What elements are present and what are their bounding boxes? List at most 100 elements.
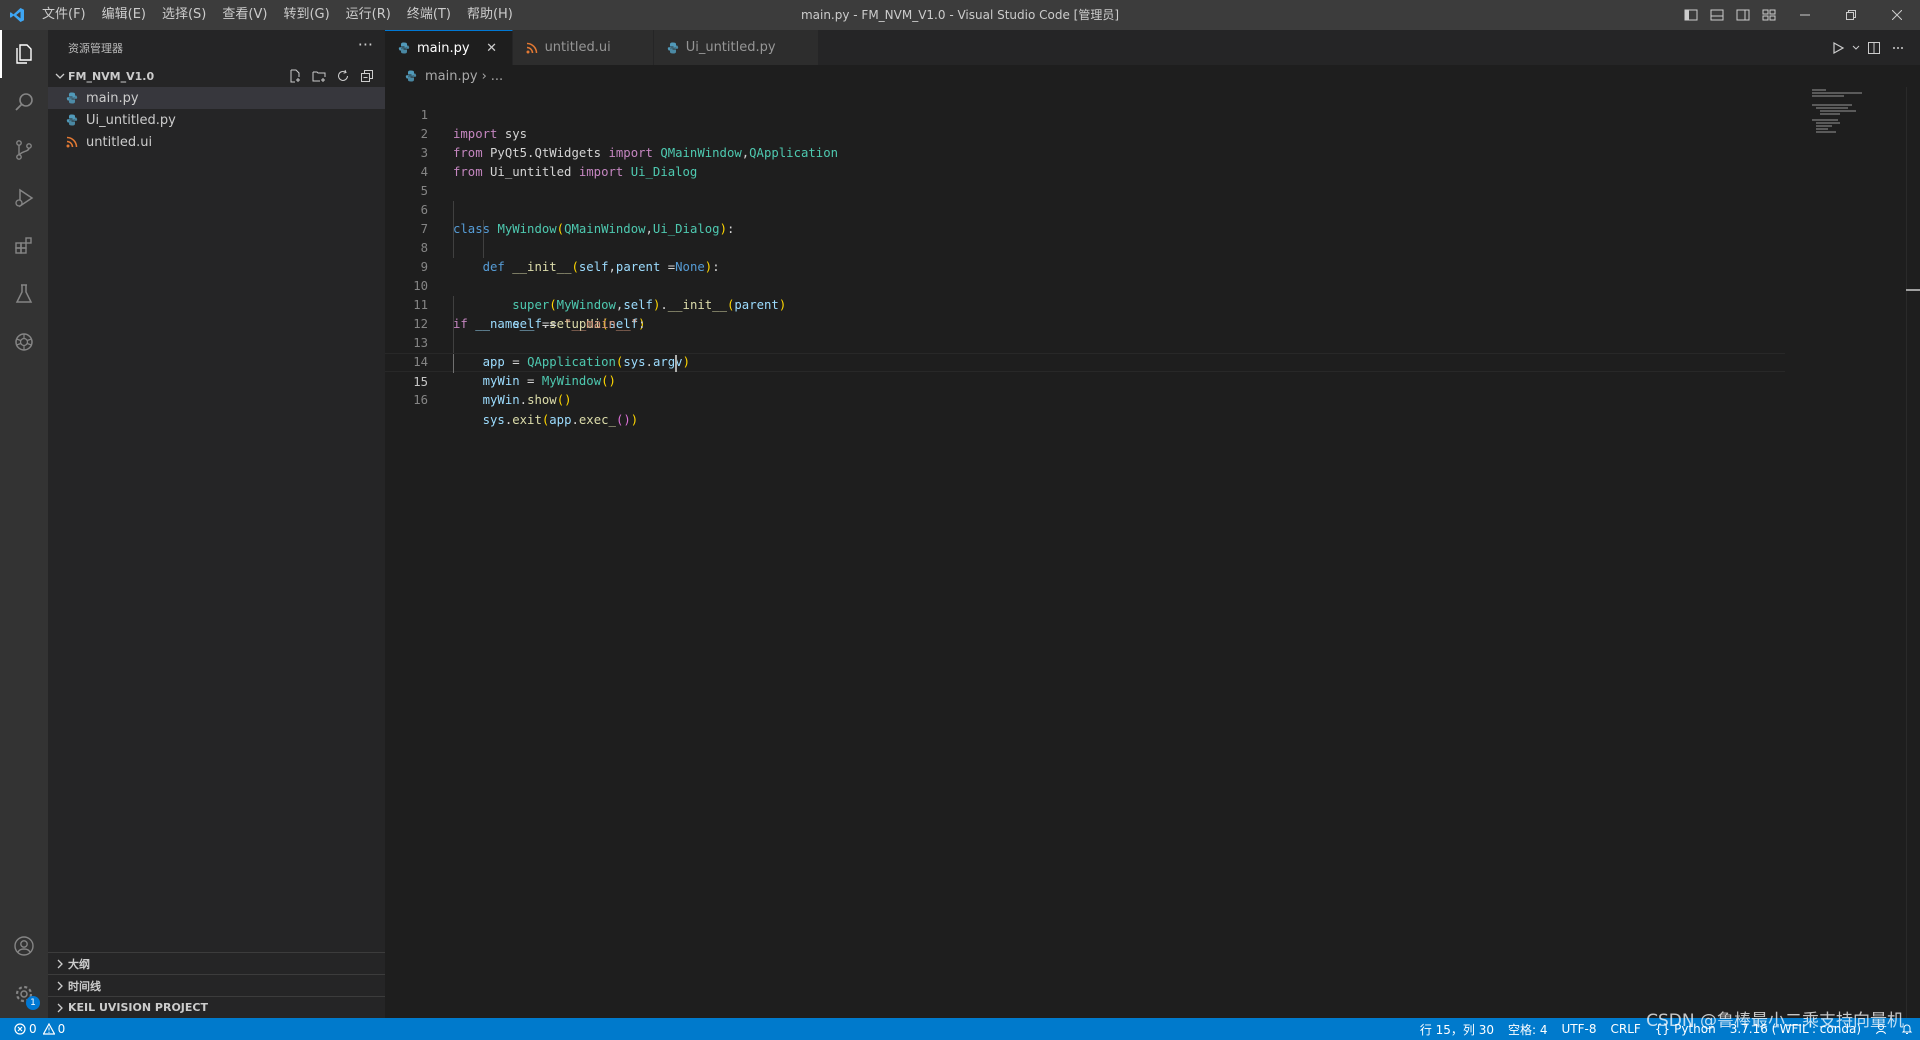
indent-guide	[453, 201, 454, 220]
menu-view[interactable]: 查看(V)	[214, 0, 275, 30]
title-bar: 文件(F) 编辑(E) 选择(S) 查看(V) 转到(G) 运行(R) 终端(T…	[0, 0, 1920, 30]
more-actions-icon[interactable]: ···	[358, 30, 373, 60]
minimap-line	[1820, 110, 1856, 112]
watermark: CSDN @鲁棒最小二乘支持向量机	[1646, 1011, 1904, 1031]
python-file-icon	[405, 70, 419, 82]
minimap-line	[1816, 131, 1836, 133]
file-item-untitled-ui[interactable]: untitled.ui	[48, 131, 385, 153]
minimize-icon[interactable]	[1782, 0, 1828, 30]
code-line: 2 from PyQt5.QtWidgets import QMainWindo…	[385, 106, 1785, 160]
menu-edit[interactable]: 编辑(E)	[94, 0, 154, 30]
more-actions-icon[interactable]	[1886, 30, 1910, 65]
chevron-down-icon[interactable]	[1850, 30, 1862, 65]
breadcrumb-separator: ›	[481, 68, 487, 84]
customize-layout-icon[interactable]	[1756, 0, 1782, 30]
explorer-sidebar: 资源管理器 ··· FM_NVM_V1.0 main.py Ui_untitle…	[48, 30, 385, 1018]
tab-label: untitled.ui	[544, 40, 611, 55]
minimap-line	[1816, 122, 1840, 124]
python-file-icon	[397, 42, 411, 54]
new-folder-icon[interactable]	[307, 65, 331, 87]
new-file-icon[interactable]	[283, 65, 307, 87]
python-file-icon	[666, 42, 680, 54]
panel-label: 大纲	[68, 957, 90, 971]
openai-icon[interactable]	[0, 318, 48, 366]
tab-ui-untitled-py[interactable]: Ui_untitled.py	[653, 30, 819, 65]
text-cursor	[675, 355, 677, 372]
code-line-current: 15 sys.exit(app.exec_())	[385, 353, 1785, 427]
settings-gear-icon[interactable]: 1	[0, 970, 48, 1018]
file-item-ui-untitled-py[interactable]: Ui_untitled.py	[48, 109, 385, 131]
breadcrumb-file[interactable]: main.py	[425, 69, 478, 84]
toggle-panel-icon[interactable]	[1704, 0, 1730, 30]
minimap-line	[1816, 107, 1848, 109]
run-python-file-icon[interactable]	[1826, 30, 1850, 65]
collapse-all-icon[interactable]	[355, 65, 379, 87]
chevron-right-icon	[52, 981, 68, 991]
error-count: 0	[29, 1022, 37, 1036]
menu-go[interactable]: 转到(G)	[275, 0, 337, 30]
code-text: myWin.show()	[482, 393, 572, 407]
extensions-icon[interactable]	[0, 222, 48, 270]
problems-indicator[interactable]: 0 0	[14, 1022, 72, 1036]
testing-icon[interactable]	[0, 270, 48, 318]
encoding[interactable]: UTF-8	[1555, 1022, 1604, 1036]
search-icon[interactable]	[0, 78, 48, 126]
menu-terminal[interactable]: 终端(T)	[399, 0, 459, 30]
python-file-icon	[64, 114, 80, 126]
indent-guide	[483, 239, 484, 258]
vscode-logo-icon	[0, 0, 34, 30]
source-control-icon[interactable]	[0, 126, 48, 174]
panel-label: KEIL UVISION PROJECT	[68, 1001, 208, 1014]
indent-guide	[453, 354, 454, 373]
file-item-main-py[interactable]: main.py	[48, 87, 385, 109]
account-icon[interactable]	[0, 922, 48, 970]
menu-file[interactable]: 文件(F)	[34, 0, 94, 30]
settings-badge: 1	[26, 996, 40, 1010]
chevron-right-icon	[52, 1003, 68, 1013]
toggle-secondary-sidebar-icon[interactable]	[1730, 0, 1756, 30]
close-icon[interactable]: ✕	[482, 41, 502, 56]
menu-help[interactable]: 帮助(H)	[459, 0, 521, 30]
minimap-line	[1820, 113, 1840, 115]
timeline-panel-header[interactable]: 时间线	[48, 974, 385, 996]
file-name: Ui_untitled.py	[86, 112, 176, 128]
code-line: 9 self.setupUi(self)	[385, 239, 1785, 331]
toggle-primary-sidebar-icon[interactable]	[1678, 0, 1704, 30]
code-line: 13 myWin = MyWindow()	[385, 315, 1785, 388]
restore-icon[interactable]	[1828, 0, 1874, 30]
outline-panel-header[interactable]: 大纲	[48, 952, 385, 974]
warning-icon	[42, 1023, 55, 1035]
minimap[interactable]	[1806, 87, 1906, 1018]
code-editor[interactable]: 1 import sys 2 from PyQt5.QtWidgets impo…	[385, 87, 1920, 1018]
code-line: 5	[385, 163, 1785, 198]
explorer-icon[interactable]	[0, 30, 48, 78]
breadcrumb-symbols[interactable]: ...	[491, 69, 503, 84]
tab-main-py[interactable]: main.py ✕	[385, 30, 513, 65]
tab-label: main.py	[417, 40, 470, 56]
menu-selection[interactable]: 选择(S)	[154, 0, 214, 30]
minimap-line	[1812, 92, 1862, 94]
minimap-line	[1816, 128, 1828, 130]
code-line: 16	[385, 372, 1785, 407]
code-line: 3 from Ui_untitled import Ui_Dialog	[385, 125, 1785, 179]
split-editor-icon[interactable]	[1862, 30, 1886, 65]
end-of-line[interactable]: CRLF	[1603, 1022, 1647, 1036]
activity-bar: 1	[0, 30, 48, 1018]
indentation[interactable]: 空格: 4	[1501, 1021, 1555, 1038]
minimap-line	[1816, 125, 1832, 127]
folder-header[interactable]: FM_NVM_V1.0	[48, 65, 385, 87]
tab-label: Ui_untitled.py	[685, 40, 776, 55]
run-debug-icon[interactable]	[0, 174, 48, 222]
vertical-scrollbar[interactable]	[1906, 87, 1920, 1018]
code-line: 6 class MyWindow(QMainWindow,Ui_Dialog):	[385, 182, 1785, 236]
menu-run[interactable]: 运行(R)	[338, 0, 399, 30]
minimap-line	[1812, 104, 1852, 106]
sidebar-bottom-panels: 大纲 时间线 KEIL UVISION PROJECT	[48, 952, 385, 1018]
keil-panel-header[interactable]: KEIL UVISION PROJECT	[48, 996, 385, 1018]
close-window-icon[interactable]	[1874, 0, 1920, 30]
cursor-position[interactable]: 行 15，列 30	[1413, 1021, 1501, 1038]
refresh-icon[interactable]	[331, 65, 355, 87]
tab-untitled-ui[interactable]: untitled.ui	[512, 30, 654, 65]
code-line: 14 myWin.show()	[385, 334, 1785, 407]
code-line: 12 app = QApplication(sys.argv)	[385, 296, 1785, 369]
